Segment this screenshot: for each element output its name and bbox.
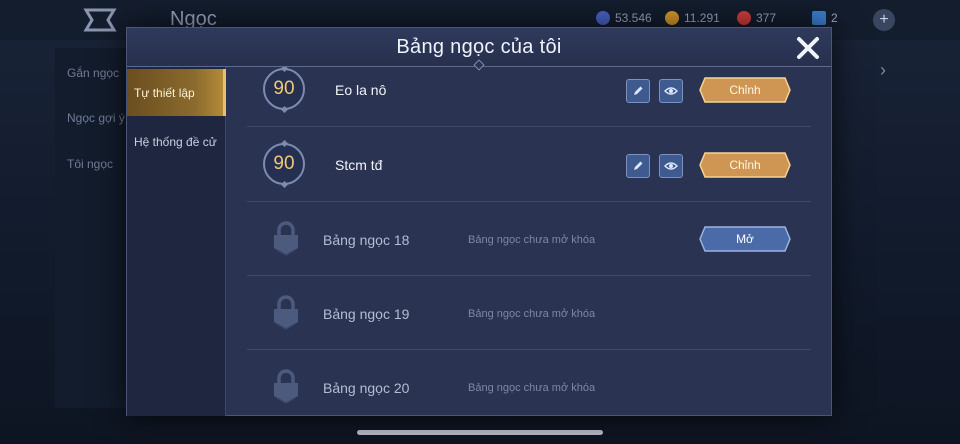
unlock-button-label: Mở	[736, 232, 754, 246]
tab-recommended[interactable]: Hệ thống đề cử	[127, 118, 226, 165]
unlock-button[interactable]: Mở	[699, 226, 791, 252]
gold-coin-icon	[665, 11, 679, 25]
ruby-icon	[737, 11, 751, 25]
level-value: 90	[273, 78, 295, 99]
lock-icon	[274, 295, 298, 330]
close-icon	[797, 37, 819, 59]
lock-status-text: Bảng ngọc chưa mở khóa	[468, 308, 596, 320]
diamond-value: 53.546	[615, 11, 652, 25]
diamond-icon	[596, 11, 610, 25]
lock-icon	[274, 369, 298, 404]
edit-name-button[interactable]	[626, 154, 650, 178]
eye-icon	[664, 87, 678, 95]
modal-title: Bảng ngọc của tôi	[396, 36, 562, 58]
rune-page-name: Stcm tđ	[335, 157, 383, 173]
ruby-value: 377	[756, 11, 777, 25]
ruby-counter: 377	[737, 11, 776, 25]
background-side-item: Tôi ngọc	[67, 157, 114, 171]
lock-status-text: Bảng ngọc chưa mở khóa	[468, 382, 596, 394]
edit-button-label: Chỉnh	[729, 158, 761, 172]
ticket-icon	[812, 11, 826, 25]
background-side-item: Ngọc gợi ý	[67, 111, 125, 125]
gold-value: 11.291	[684, 11, 720, 25]
list-item: Bảng ngọc 18 Bảng ngọc chưa mở khóa Mở	[247, 202, 811, 276]
lock-icon	[274, 221, 298, 256]
back-arrow-icon[interactable]	[78, 8, 120, 32]
pencil-icon	[634, 86, 643, 95]
edit-button-label: Chỉnh	[729, 83, 761, 97]
edit-button[interactable]: Chỉnh	[699, 77, 791, 103]
modal-header: Bảng ngọc của tôi	[127, 28, 831, 71]
ticket-value: 2	[831, 11, 838, 25]
tab-list: Tự thiết lập Hệ thống đề cử	[127, 67, 226, 416]
ticket-counter: 2	[812, 11, 838, 25]
background-side-item: Gắn ngọc	[67, 66, 120, 80]
background-sidebar	[55, 48, 127, 408]
list-item: Bảng ngọc 20 Bảng ngọc chưa mở khóa	[247, 350, 811, 416]
rune-page-name: Bảng ngọc 20	[323, 380, 410, 396]
edit-name-button[interactable]	[626, 79, 650, 103]
preview-button[interactable]	[659, 154, 683, 178]
level-badge: 90	[263, 143, 305, 185]
rune-page-list[interactable]: 90 Eo la nô Chỉnh 90 Stcm tđ Chỉnh Bảng …	[227, 67, 831, 416]
rune-page-modal: Bảng ngọc của tôi Tự thiết lập Hệ thống …	[126, 27, 832, 416]
rune-page-name: Bảng ngọc 19	[323, 306, 410, 322]
list-item: Bảng ngọc 19 Bảng ngọc chưa mở khóa	[247, 276, 811, 350]
level-badge: 90	[263, 68, 305, 110]
close-button[interactable]	[793, 33, 823, 63]
pencil-icon	[634, 161, 643, 170]
eye-icon	[664, 162, 678, 170]
tab-custom[interactable]: Tự thiết lập	[127, 69, 226, 116]
rune-page-name: Eo la nô	[335, 82, 387, 98]
list-item: 90 Stcm tđ Chỉnh	[247, 128, 811, 202]
lock-status-text: Bảng ngọc chưa mở khóa	[468, 234, 596, 246]
add-currency-button[interactable]: +	[873, 9, 895, 31]
preview-button[interactable]	[659, 79, 683, 103]
diamond-counter: 53.546	[596, 11, 652, 25]
chevron-right-icon: ›	[880, 60, 886, 80]
rune-page-name: Bảng ngọc 18	[323, 232, 410, 248]
edit-button[interactable]: Chỉnh	[699, 152, 791, 178]
list-item: 90 Eo la nô Chỉnh	[247, 67, 811, 127]
level-value: 90	[273, 153, 295, 174]
gold-counter: 11.291	[665, 11, 720, 25]
home-indicator[interactable]	[357, 430, 603, 435]
